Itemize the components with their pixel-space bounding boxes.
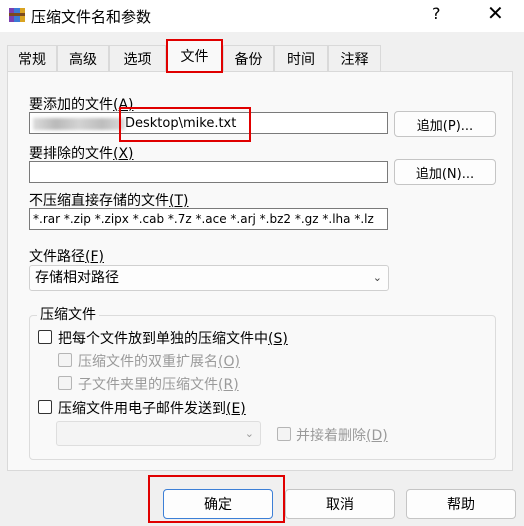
blurred-path [33,117,125,130]
help-control[interactable]: ? [432,4,441,23]
send-email-checkbox[interactable] [38,400,52,414]
cancel-button[interactable]: 取消 [285,489,395,519]
append-button-p[interactable]: 追加(P)... [394,111,496,137]
files-to-add-label: 要添加的文件(A) [29,97,134,113]
tab-time[interactable]: 时间 [274,45,328,71]
files-to-exclude-input[interactable] [29,161,388,183]
double-ext-label: 压缩文件的双重扩展名(O) [78,354,240,370]
chevron-down-icon: ⌄ [372,271,382,284]
file-paths-dropdown[interactable]: 存储相对路径 ⌄ [29,265,389,291]
winrar-icon [8,6,26,24]
delete-after-label: 并接着删除(D) [296,428,388,444]
delete-after-checkbox[interactable] [277,427,291,441]
tab-files[interactable]: 文件 [166,39,223,73]
highlight-box-path [119,107,251,142]
subfolder-archives-checkbox[interactable] [58,376,72,390]
tab-general[interactable]: 常规 [7,45,57,71]
archives-group-title: 压缩文件 [37,304,99,324]
chevron-down-icon: ⌄ [244,427,254,440]
store-files-label: 不压缩直接存储的文件(T) [29,193,189,209]
tab-backup[interactable]: 备份 [223,45,274,71]
subfolder-archives-label: 子文件夹里的压缩文件(R) [78,377,239,393]
tab-comment[interactable]: 注释 [328,45,381,71]
send-email-label: 压缩文件用电子邮件发送到(E) [58,401,246,417]
file-paths-label: 文件路径(F) [29,249,104,265]
file-paths-selected: 存储相对路径 [35,270,119,286]
tab-advanced[interactable]: 高级 [57,45,109,71]
window-title: 压缩文件名和参数 [31,8,152,26]
put-each-file-checkbox[interactable] [38,330,52,344]
append-button-n[interactable]: 追加(N)... [394,159,496,185]
highlight-box-ok [148,475,285,523]
email-target-dropdown[interactable]: ⌄ [56,421,261,446]
double-ext-checkbox[interactable] [58,353,72,367]
files-to-exclude-label: 要排除的文件(X) [29,146,134,162]
put-each-file-label: 把每个文件放到单独的压缩文件中(S) [58,331,288,347]
store-files-input[interactable]: *.rar *.zip *.zipx *.cab *.7z *.ace *.ar… [29,208,388,230]
close-icon[interactable]: ✕ [487,1,504,25]
help-button[interactable]: 帮助 [406,489,516,519]
tab-options[interactable]: 选项 [109,45,166,71]
